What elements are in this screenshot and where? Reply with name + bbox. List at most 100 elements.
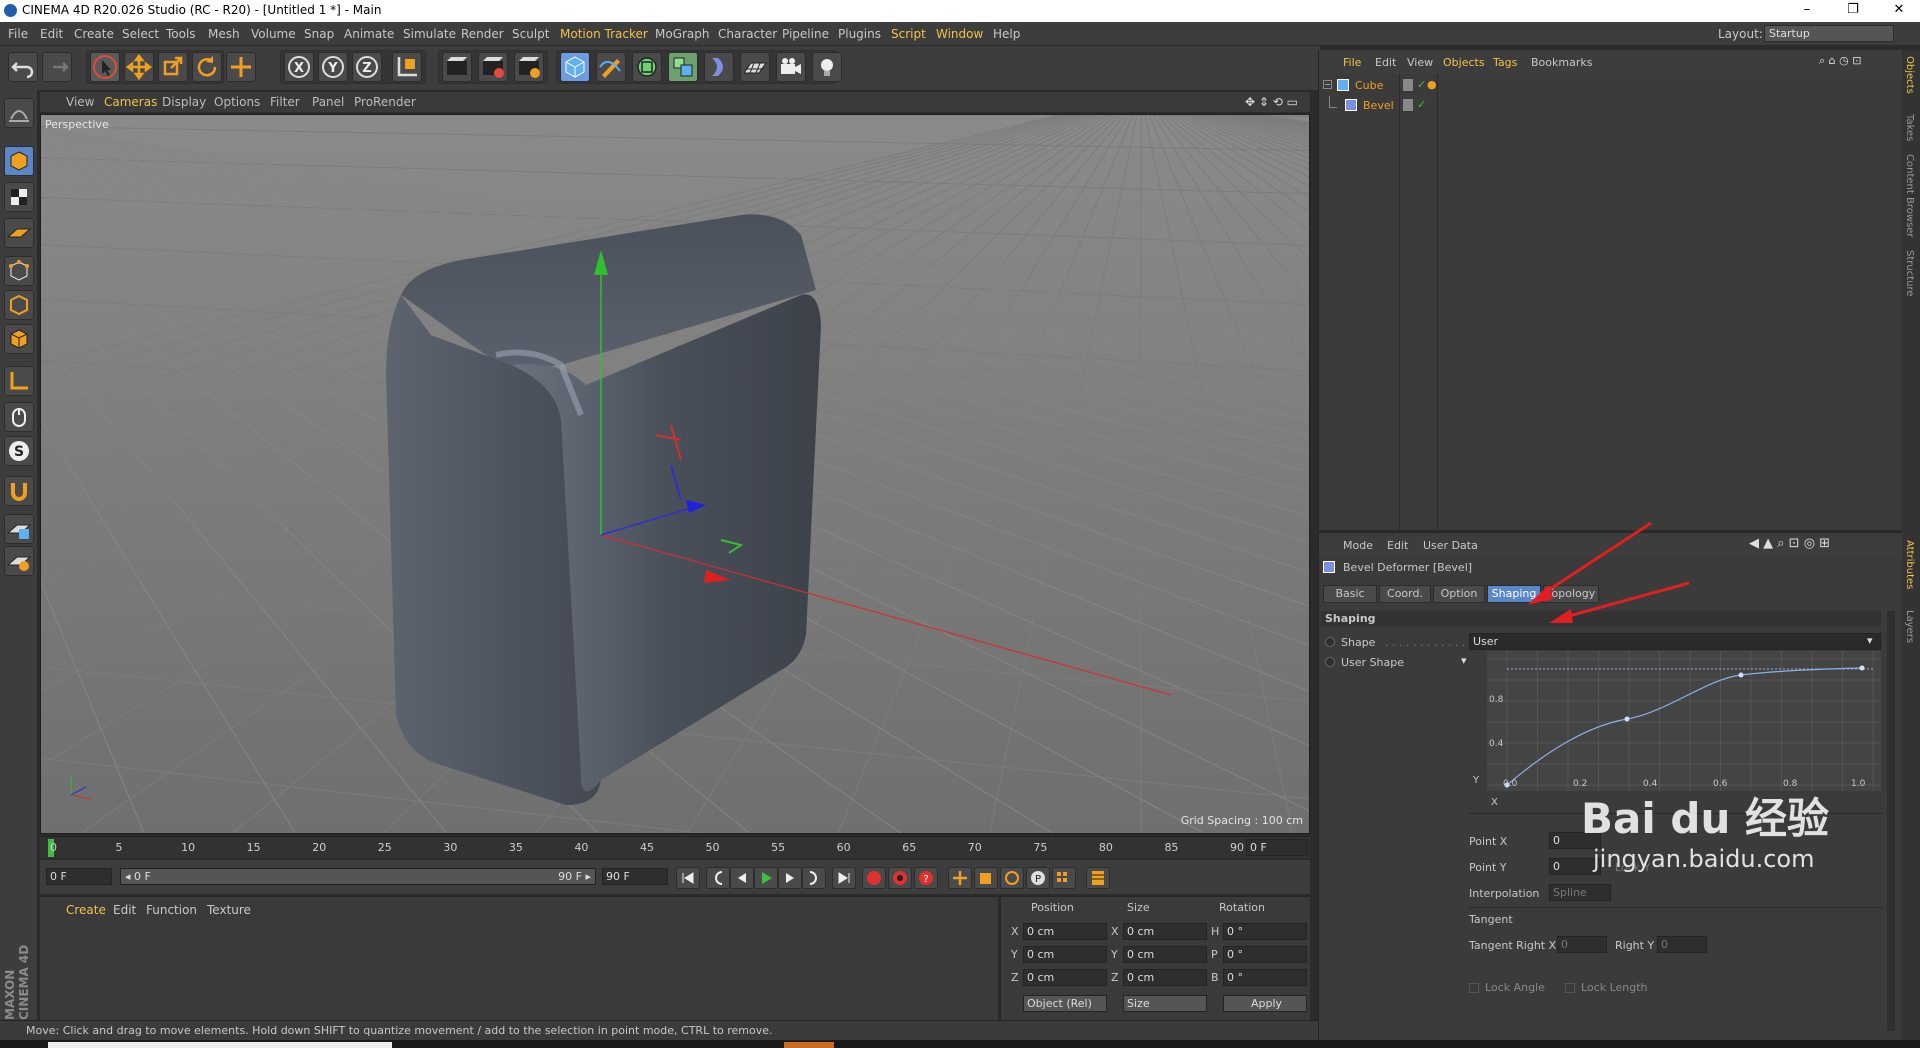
enabled-check-icon[interactable]: ✓ bbox=[1417, 78, 1426, 91]
tab-option[interactable]: Option bbox=[1433, 585, 1485, 603]
user-shape-animate-toggle[interactable] bbox=[1325, 657, 1335, 667]
tweak-mode-button[interactable] bbox=[4, 402, 34, 432]
prev-frame-button[interactable] bbox=[730, 867, 754, 889]
pen-spline-button[interactable] bbox=[596, 52, 626, 82]
rot-b-field[interactable]: 0 ° bbox=[1223, 969, 1307, 986]
layout-select[interactable]: Startup bbox=[1764, 25, 1894, 42]
tab-coord[interactable]: Coord. bbox=[1379, 585, 1431, 603]
render-view-button[interactable] bbox=[442, 52, 472, 82]
start-frame-field[interactable]: 0 F bbox=[46, 868, 112, 885]
deformer-button[interactable] bbox=[704, 52, 734, 82]
solo-button[interactable]: S bbox=[4, 436, 34, 466]
dock-tab-structure[interactable]: Structure bbox=[1904, 250, 1915, 297]
am-menu-user-data[interactable]: User Data bbox=[1423, 539, 1478, 552]
edges-mode-button[interactable] bbox=[4, 290, 34, 320]
dock-tab-objects[interactable]: Objects bbox=[1904, 56, 1915, 94]
z-axis-lock-button[interactable]: Z bbox=[352, 52, 382, 82]
minimize-button[interactable]: – bbox=[1784, 0, 1830, 22]
viewport-menu-view[interactable]: View bbox=[66, 95, 94, 109]
object-row-cube[interactable]: − Cube ✓ ● bbox=[1319, 76, 1903, 96]
key-parameter-button[interactable]: P bbox=[1026, 867, 1050, 889]
pos-y-field[interactable]: 0 cm bbox=[1023, 946, 1107, 963]
goto-end-button[interactable] bbox=[832, 867, 856, 889]
menu-character[interactable]: Character bbox=[718, 27, 777, 41]
planar-workplane-button[interactable] bbox=[4, 546, 34, 576]
menu-file[interactable]: File bbox=[8, 27, 28, 41]
material-menu-edit[interactable]: Edit bbox=[113, 903, 136, 917]
om-menu-file[interactable]: File bbox=[1343, 56, 1361, 69]
menu-window[interactable]: Window bbox=[936, 27, 983, 41]
tab-basic[interactable]: Basic bbox=[1323, 585, 1377, 603]
phong-tag-icon[interactable]: ● bbox=[1427, 78, 1437, 91]
am-nav-icons[interactable]: ◀ ▲ ⌕ ⊡ ◎ ⊞ bbox=[1749, 536, 1830, 551]
om-menu-objects[interactable]: Objects bbox=[1443, 56, 1485, 69]
menu-simulate[interactable]: Simulate bbox=[403, 27, 456, 41]
model-mode-button[interactable] bbox=[4, 146, 34, 176]
move-tool-button[interactable] bbox=[124, 52, 154, 82]
om-menu-edit[interactable]: Edit bbox=[1375, 56, 1396, 69]
pos-x-field[interactable]: 0 cm bbox=[1023, 923, 1107, 940]
play-button[interactable] bbox=[754, 867, 778, 889]
coord-mode-select[interactable]: Object (Rel) bbox=[1023, 995, 1107, 1012]
record-keys-button[interactable] bbox=[862, 867, 886, 889]
menu-select[interactable]: Select bbox=[122, 27, 159, 41]
menu-plugins[interactable]: Plugins bbox=[838, 27, 881, 41]
range-slider[interactable]: ◂ 0 F 90 F ▸ bbox=[120, 868, 596, 885]
workplane-lock-button[interactable] bbox=[4, 514, 34, 544]
prev-key-button[interactable] bbox=[706, 867, 730, 889]
scale-tool-button[interactable] bbox=[158, 52, 188, 82]
y-axis-lock-button[interactable]: Y bbox=[318, 52, 348, 82]
menu-create[interactable]: Create bbox=[74, 27, 114, 41]
lock-angle-checkbox[interactable] bbox=[1469, 983, 1479, 993]
floor-scene-button[interactable] bbox=[740, 52, 770, 82]
viewport-menu-display[interactable]: Display bbox=[162, 95, 206, 109]
viewport[interactable]: Perspective Grid Spacing : 100 cm bbox=[40, 114, 1310, 834]
menu-edit[interactable]: Edit bbox=[40, 27, 63, 41]
render-to-picture-viewer-button[interactable] bbox=[478, 52, 508, 82]
timeline-ruler[interactable]: 0 5 10 15 20 25 30 35 40 45 50 55 60 65 70 75 80 85 90 0 F bbox=[40, 836, 1310, 858]
tangent-right-x-field[interactable]: 0 bbox=[1557, 936, 1607, 953]
apply-button[interactable]: Apply bbox=[1223, 995, 1307, 1012]
pos-z-field[interactable]: 0 cm bbox=[1023, 969, 1107, 986]
lock-length-checkbox[interactable] bbox=[1565, 983, 1575, 993]
viewport-menu-options[interactable]: Options bbox=[214, 95, 260, 109]
menu-motion-tracker[interactable]: Motion Tracker bbox=[560, 27, 648, 41]
menu-render[interactable]: Render bbox=[461, 27, 504, 41]
object-row-bevel[interactable]: Bevel ✓ bbox=[1319, 96, 1903, 116]
timeline-button[interactable] bbox=[1086, 867, 1110, 889]
close-button[interactable]: ✕ bbox=[1876, 0, 1920, 22]
camera-button[interactable] bbox=[776, 52, 806, 82]
maximize-button[interactable]: ❐ bbox=[1830, 0, 1876, 22]
attribute-scrollbar[interactable] bbox=[1887, 611, 1895, 1031]
next-key-button[interactable] bbox=[802, 867, 826, 889]
viewport-menu-prorender[interactable]: ProRender bbox=[354, 95, 416, 109]
rotate-tool-button[interactable] bbox=[192, 52, 222, 82]
am-menu-mode[interactable]: Mode bbox=[1343, 539, 1373, 552]
polygons-mode-button[interactable] bbox=[4, 324, 34, 354]
transform-tool-button[interactable] bbox=[226, 52, 256, 82]
shape-dropdown-icon[interactable]: ▾ bbox=[1867, 634, 1873, 647]
key-position-button[interactable] bbox=[948, 867, 972, 889]
dock-tab-layers[interactable]: Layers bbox=[1904, 610, 1915, 643]
menu-mesh[interactable]: Mesh bbox=[208, 27, 240, 41]
size-z-field[interactable]: 0 cm bbox=[1123, 969, 1207, 986]
menu-mograph[interactable]: MoGraph bbox=[655, 27, 710, 41]
menu-tools[interactable]: Tools bbox=[166, 27, 196, 41]
redo-button[interactable] bbox=[42, 52, 72, 82]
om-search-icon[interactable]: ⌕ ⌂ ◷ ⊡ bbox=[1819, 54, 1861, 68]
user-shape-expand-icon[interactable]: ▾ bbox=[1461, 654, 1467, 667]
viewport-scene[interactable] bbox=[41, 115, 1310, 834]
viewport-menu-cameras[interactable]: Cameras bbox=[104, 95, 157, 109]
shape-animate-toggle[interactable] bbox=[1325, 637, 1335, 647]
menu-script[interactable]: Script bbox=[891, 27, 926, 41]
dock-tab-attributes[interactable]: Attributes bbox=[1904, 540, 1915, 589]
tangent-right-y-field[interactable]: 0 bbox=[1657, 936, 1707, 953]
texture-mode-button[interactable] bbox=[4, 182, 34, 212]
light-button[interactable] bbox=[812, 52, 842, 82]
dock-tab-content-browser[interactable]: Content Browser bbox=[1904, 154, 1915, 237]
workplane-button[interactable] bbox=[4, 218, 34, 248]
menu-animate[interactable]: Animate bbox=[344, 27, 394, 41]
interpolation-select[interactable]: Spline bbox=[1549, 884, 1611, 901]
menu-help[interactable]: Help bbox=[993, 27, 1020, 41]
rot-h-field[interactable]: 0 ° bbox=[1223, 923, 1307, 940]
